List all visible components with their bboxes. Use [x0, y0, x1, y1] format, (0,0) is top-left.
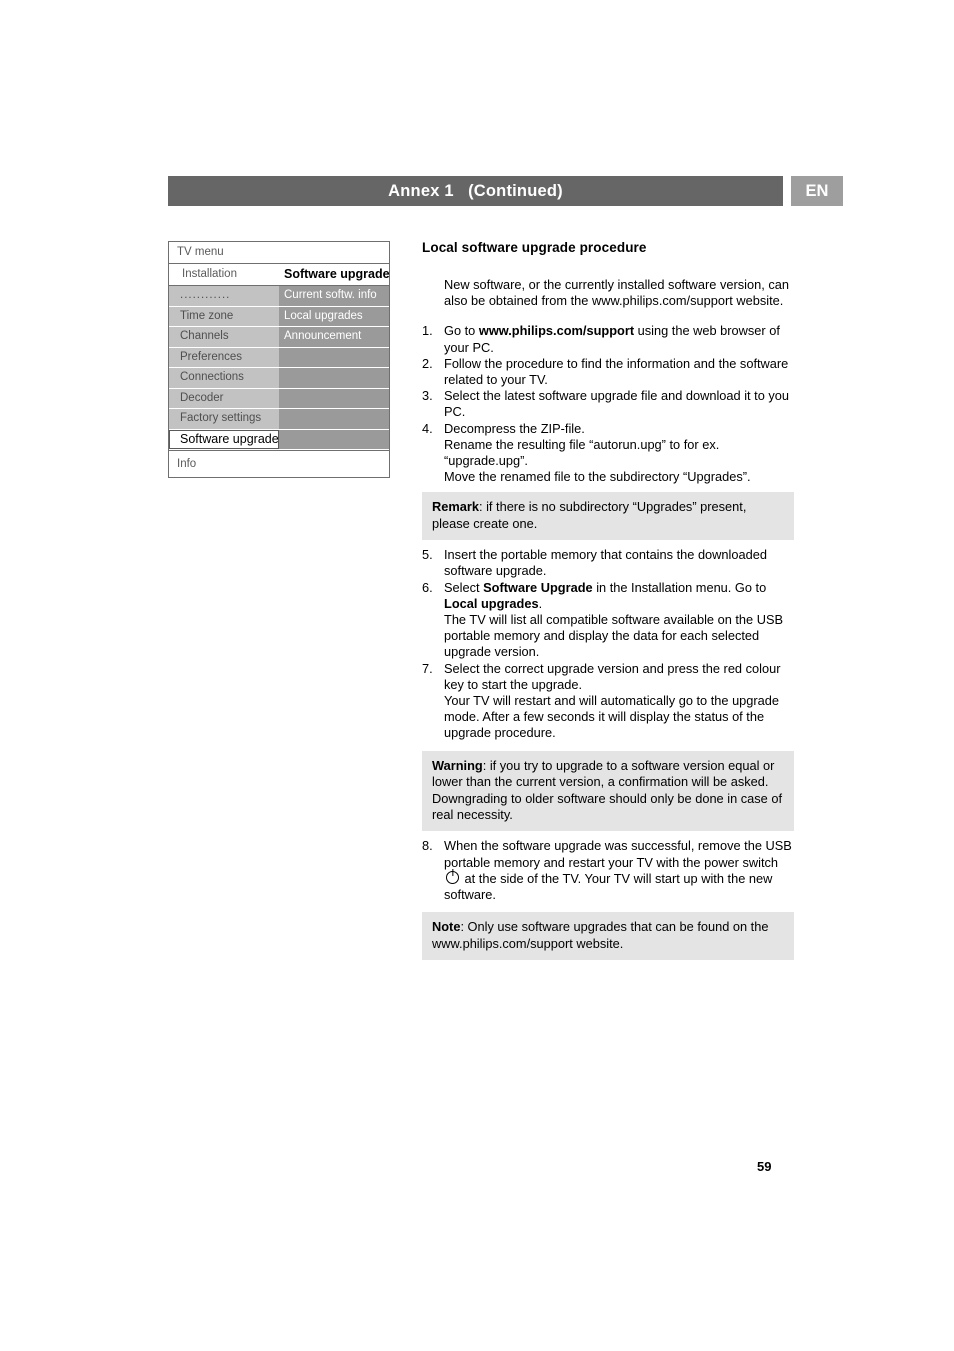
step-list: 5. Insert the portable memory that contai… [422, 547, 794, 741]
tv-menu-illustration: TV menu Installation Software upgrade....… [168, 241, 390, 478]
step-text: Decompress the ZIP-file. [444, 420, 585, 436]
emphasis-text: Software Upgrade [483, 579, 593, 595]
step-item: 5. Insert the portable memory that contai… [422, 547, 794, 579]
step-item: 4. Decompress the ZIP-file. Rename the res… [422, 421, 794, 486]
step-body: Select the correct upgrade version and p… [444, 661, 780, 741]
tv-menu-right-item: Software upgrade [279, 264, 389, 285]
warning-callout-text: : if you try to upgrade to a software ve… [432, 757, 783, 822]
tv-menu-row: Installation Software upgrade [169, 264, 389, 286]
step-number: 8. [422, 838, 433, 854]
step-text: Rename the resulting file “autorun.upg” … [444, 436, 720, 469]
step-list: 8. When the software upgrade was successf… [422, 838, 794, 903]
section-heading: Local software upgrade procedure [422, 240, 647, 255]
step-text: The TV will list all compatible software… [444, 612, 784, 660]
tv-menu-left-item: Software upgrade [169, 429, 279, 449]
tv-menu-left-item: Connections [169, 368, 279, 388]
tv-menu-row: Decoder [169, 388, 389, 408]
step-text: Insert the portable memory that contains… [444, 547, 767, 579]
step-text: at the side of the TV. Your TV will star… [444, 870, 773, 902]
step-item: 7. Select the correct upgrade version and… [422, 661, 794, 742]
step-number: 7. [422, 660, 433, 676]
remark-callout-label: Remark [432, 499, 479, 515]
step-text: Select [444, 579, 484, 595]
step-text: Your TV will restart and will automatica… [444, 693, 780, 741]
page-header: Annex 1 (Continued) EN [168, 176, 843, 206]
note-callout: Note: Only use software upgrades that ca… [422, 912, 794, 960]
tv-menu-right-item [279, 409, 389, 429]
tv-menu-title: TV menu [169, 242, 389, 264]
step-body: Select Software Upgrade in the Installat… [444, 580, 783, 660]
tv-menu-row-list: Installation Software upgrade............… [169, 264, 389, 449]
tv-menu-row: ............ Current softw. info [169, 286, 389, 306]
tv-menu-left-item: Channels [169, 327, 279, 347]
tv-menu-right-item [279, 347, 389, 367]
step-list: 1. Go to www.philips.com/support using th… [422, 323, 794, 485]
remark-callout: Remark: if there is no subdirectory “Upg… [422, 492, 794, 541]
step-text: Select the latest software upgrade file … [444, 388, 790, 420]
step-text: Follow the procedure to find the informa… [444, 355, 789, 388]
procedure-steps: 1. Go to www.philips.com/support using th… [422, 323, 794, 960]
step-number: 5. [422, 547, 433, 563]
note-callout-text: : Only use software upgrades that can be… [432, 919, 769, 951]
main-content: Local software upgrade procedure New sof… [422, 240, 794, 967]
step-item: 2. Follow the procedure to find the infor… [422, 356, 794, 388]
step-body: Insert the portable memory that contains… [444, 547, 767, 578]
page-title: Annex 1 (Continued) [388, 181, 563, 200]
step-number: 3. [422, 388, 433, 404]
emphasis-text: www.philips.com/support [478, 323, 635, 339]
tv-menu-row: Connections [169, 368, 389, 388]
tv-menu-row: Channels Announcement [169, 327, 389, 347]
emphasis-text: Local upgrades [444, 595, 539, 611]
warning-callout-label: Warning [432, 757, 483, 773]
tv-menu-left-item: Installation [169, 264, 279, 285]
intro-paragraph: New software, or the currently installed… [444, 277, 789, 309]
step-body: Follow the procedure to find the informa… [444, 356, 788, 387]
power-switch-icon [446, 870, 459, 884]
tv-menu-row: Time zone Local upgrades [169, 306, 389, 326]
step-number: 4. [422, 420, 433, 436]
step-text: Go to [444, 323, 479, 339]
tv-menu-left-item: Time zone [169, 306, 279, 326]
step-number: 1. [422, 323, 433, 339]
step-text: Select the correct upgrade version and p… [444, 660, 781, 692]
tv-menu-right-item: Current softw. info [279, 286, 389, 306]
remark-callout-text: : if there is no subdirectory “Upgrades”… [432, 499, 747, 531]
tv-menu-row: Software upgrade [169, 429, 389, 449]
step-item: 6. Select Software Upgrade in the Install… [422, 580, 794, 661]
language-badge: EN [791, 176, 843, 206]
step-item: 3. Select the latest software upgrade fil… [422, 388, 794, 420]
step-number: 6. [422, 579, 433, 595]
step-body: Decompress the ZIP-file. Rename the resul… [444, 421, 751, 485]
tv-menu-row: Factory settings [169, 409, 389, 429]
warning-callout: Warning: if you try to upgrade to a soft… [422, 750, 794, 832]
tv-menu-left-item: Decoder [169, 388, 279, 408]
tv-menu-right-item: Local upgrades [279, 306, 389, 326]
tv-menu-left-item: Factory settings [169, 409, 279, 429]
note-callout-label: Note [432, 919, 461, 935]
step-body: Select the latest software upgrade file … [444, 388, 789, 419]
tv-menu-left-item: Preferences [169, 347, 279, 367]
tv-menu-right-item [279, 429, 389, 449]
tv-menu-row: Preferences [169, 347, 389, 367]
step-item: 8. When the software upgrade was successf… [422, 838, 794, 903]
step-number: 2. [422, 355, 433, 371]
step-body: When the software upgrade was successful… [444, 838, 792, 902]
tv-menu-left-item: ............ [169, 286, 279, 306]
step-body: Go to www.philips.com/support using the … [444, 323, 780, 354]
step-text: in the Installation menu. Go to [592, 579, 767, 595]
tv-menu-right-item [279, 368, 389, 388]
header-bar: Annex 1 (Continued) [168, 176, 783, 206]
step-text: When the software upgrade was successful… [444, 838, 792, 870]
tv-menu-info-label: Info [169, 450, 389, 477]
step-item: 1. Go to www.philips.com/support using th… [422, 323, 794, 355]
tv-menu-right-item [279, 388, 389, 408]
page-number: 59 [757, 1159, 772, 1174]
tv-menu-right-item: Announcement [279, 327, 389, 347]
step-text: Move the renamed file to the subdirector… [444, 469, 751, 485]
step-text: . [538, 595, 543, 611]
